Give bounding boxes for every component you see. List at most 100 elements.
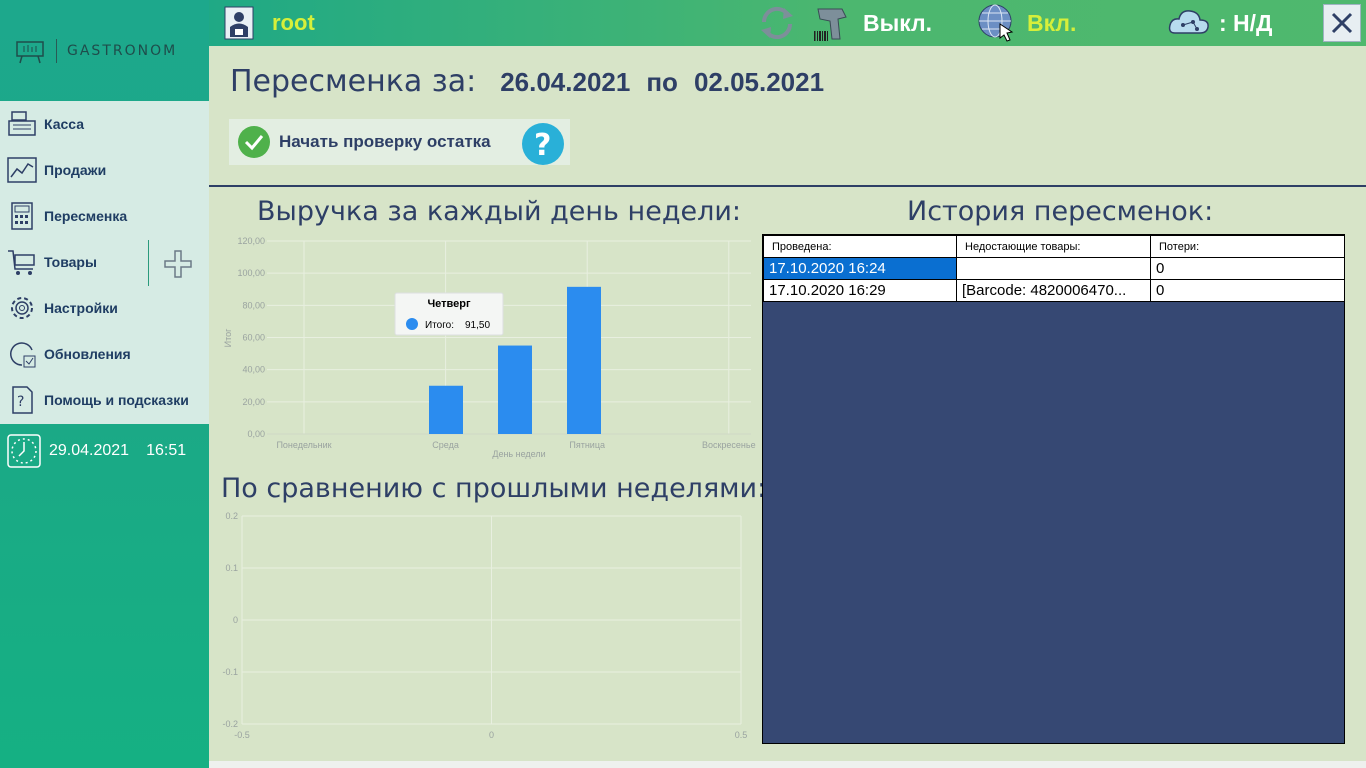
y-tick-label: 40,00 <box>242 365 265 375</box>
sidebar-item-label: Обновления <box>44 346 131 362</box>
date-separator: по <box>646 67 678 97</box>
tooltip-value: 91,50 <box>465 320 490 331</box>
sidebar-item-peresmenka[interactable]: Пересменка <box>0 193 209 239</box>
gear-icon <box>5 291 39 325</box>
close-button[interactable] <box>1323 4 1361 42</box>
tooltip-title: Четверг <box>427 298 471 310</box>
cell-missing[interactable] <box>956 257 1151 280</box>
network-globe-icon[interactable] <box>976 2 1018 44</box>
clock-icon <box>7 434 41 468</box>
logo-icon <box>16 40 44 63</box>
cash-register-icon <box>5 107 39 141</box>
y-axis-title: Итог <box>223 328 233 347</box>
table-header-row: Проведена: Недостающие товары: Потери: <box>763 235 1345 258</box>
help-question-icon[interactable]: ? <box>520 122 566 166</box>
sidebar-item-help[interactable]: ? Помощь и подсказки <box>0 377 209 423</box>
cell-loss[interactable]: 0 <box>1150 257 1345 280</box>
help-document-icon: ? <box>5 383 39 417</box>
column-header-date[interactable]: Проведена: <box>763 235 957 258</box>
cell-missing[interactable]: [Barcode: 4820006470... <box>956 279 1151 302</box>
update-icon <box>5 337 39 371</box>
column-header-loss[interactable]: Потери: <box>1150 235 1345 258</box>
y-tick-label: 80,00 <box>242 300 265 310</box>
x-tick-label: Пятница <box>569 440 605 450</box>
cloud-icon[interactable] <box>1167 5 1211 41</box>
svg-text:?: ? <box>534 128 551 163</box>
tooltip-label: Итого: <box>425 320 454 331</box>
y-tick-label: 0 <box>233 615 238 625</box>
y-tick-label: 100,00 <box>237 268 265 278</box>
close-icon <box>1331 12 1353 34</box>
goods-separator <box>148 240 149 286</box>
weekly-comparison-title: По сравнению с прошлыми неделями: <box>221 473 767 504</box>
start-stock-check-button[interactable]: Начать проверку остатка <box>229 119 570 165</box>
user-name: root <box>272 10 315 35</box>
cell-loss[interactable]: 0 <box>1150 279 1345 302</box>
y-tick-label: -0.2 <box>222 719 238 729</box>
daily-revenue-title: Выручка за каждый день недели: <box>257 196 741 227</box>
user-icon <box>224 6 254 40</box>
weekly-comparison-chart: 0.2 0.1 0 -0.1 -0.2-0.5 0 0.5 <box>222 511 748 740</box>
sales-chart-icon <box>5 153 39 187</box>
x-tick-label: -0.5 <box>234 730 250 740</box>
sync-icon[interactable] <box>756 4 798 42</box>
column-header-missing[interactable]: Недостающие товары: <box>956 235 1151 258</box>
app-logo: GASTRONOM <box>0 0 209 101</box>
sidebar-item-label: Настройки <box>44 300 118 316</box>
chart-tooltip: Четверг Итого: 91,50 <box>394 292 504 336</box>
history-table: Проведена: Недостающие товары: Потери: 1… <box>763 235 1345 302</box>
section-divider <box>209 185 1366 187</box>
sidebar-item-label: Касса <box>44 116 85 132</box>
plus-icon[interactable] <box>160 248 196 280</box>
history-title: История пересменок: <box>907 196 1214 227</box>
x-tick-label: 0.5 <box>735 730 748 740</box>
sidebar: GASTRONOM Касса Продажи Пересменка Товар… <box>0 0 209 768</box>
bar <box>567 286 601 434</box>
y-tick-label: -0.1 <box>222 667 238 677</box>
goods-icon <box>5 245 39 279</box>
current-date: 29.04.2021 <box>49 442 130 459</box>
start-stock-check-label: Начать проверку остатка <box>279 132 491 151</box>
date-to: 02.05.2021 <box>693 67 825 97</box>
x-tick-label: Воскресенье <box>702 440 756 450</box>
y-tick-label: 120,00 <box>237 236 265 246</box>
y-tick-label: 0.1 <box>225 563 238 573</box>
sidebar-menu: Касса Продажи Пересменка Товары Настройк… <box>0 101 209 424</box>
cell-date[interactable]: 17.10.2020 16:29 <box>763 279 957 302</box>
sidebar-item-label: Товары <box>44 254 97 270</box>
x-axis-title: День недели <box>492 449 545 459</box>
main-content: Пересменка за: 26.04.2021 по 02.05.2021 … <box>209 46 1366 768</box>
logo-text: GASTRONOM <box>67 42 178 59</box>
x-tick-label: 0 <box>489 730 494 740</box>
sidebar-item-label: Пересменка <box>44 208 128 224</box>
bottom-bar <box>209 761 1366 768</box>
y-tick-label: 60,00 <box>242 333 265 343</box>
y-tick-label: 0,00 <box>247 429 265 439</box>
sidebar-item-goods[interactable]: Товары <box>0 239 148 285</box>
sidebar-item-updates[interactable]: Обновления <box>0 331 209 377</box>
x-tick-label: Среда <box>432 440 459 450</box>
checkmark-icon <box>238 126 270 158</box>
y-tick-label: 0.2 <box>225 511 238 521</box>
sidebar-item-label: Продажи <box>44 162 107 178</box>
page-title: Пересменка за: 26.04.2021 по 02.05.2021 <box>230 64 824 99</box>
calculator-icon <box>5 199 39 233</box>
sidebar-item-sales[interactable]: Продажи <box>0 147 209 193</box>
title-label: Пересменка за: <box>230 64 477 99</box>
sidebar-item-settings[interactable]: Настройки <box>0 285 209 331</box>
table-row[interactable]: 17.10.2020 16:29 [Barcode: 4820006470...… <box>763 279 1345 302</box>
x-tick-label: Понедельник <box>276 440 331 450</box>
tooltip-marker <box>406 318 418 330</box>
network-status: Вкл. <box>1027 10 1077 36</box>
cloud-status: : Н/Д <box>1219 10 1273 36</box>
date-time-display: 29.04.2021 16:51 <box>0 428 209 474</box>
date-from: 26.04.2021 <box>500 67 631 97</box>
scanner-status: Выкл. <box>863 10 933 36</box>
sidebar-item-kassa[interactable]: Касса <box>0 101 209 147</box>
top-status-bar: root Выкл. Вкл. : Н/Д <box>209 0 1366 46</box>
cell-date[interactable]: 17.10.2020 16:24 <box>763 257 957 280</box>
table-row[interactable]: 17.10.2020 16:24 0 <box>763 257 1345 280</box>
history-table-container: Проведена: Недостающие товары: Потери: 1… <box>762 234 1345 744</box>
sidebar-item-label: Помощь и подсказки <box>44 392 189 408</box>
barcode-scanner-icon[interactable] <box>812 3 852 43</box>
